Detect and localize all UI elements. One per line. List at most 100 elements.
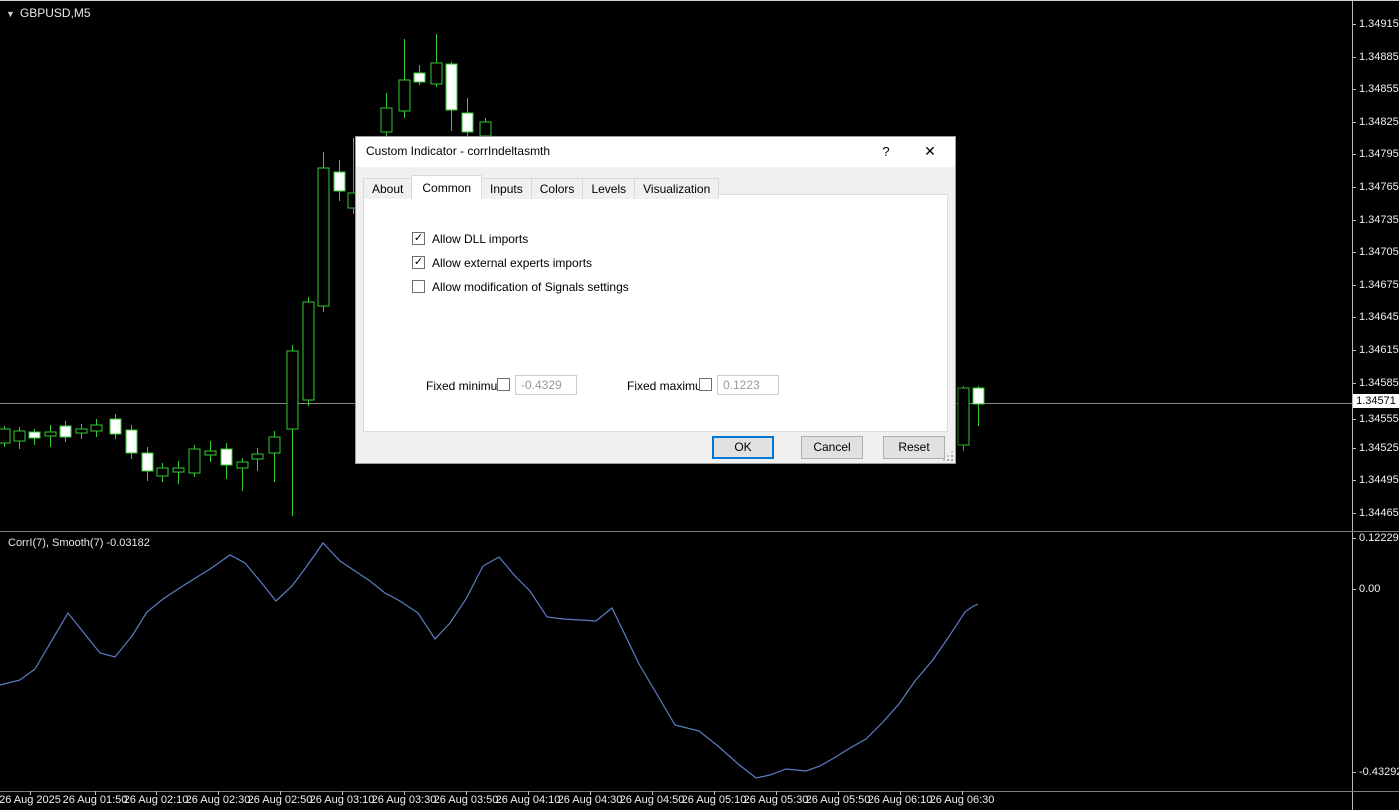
dialog-tabs: About Common Inputs Colors Levels Visualizati…	[363, 175, 720, 199]
candle-body	[90, 424, 103, 432]
candle-body	[13, 430, 26, 442]
candle-body	[188, 448, 201, 474]
candle-body	[125, 429, 138, 454]
fixed-minimum-input[interactable]: -0.4329	[515, 375, 577, 395]
checkbox-row: ✓ Allow DLL imports	[412, 232, 528, 247]
price-axis-label: 1.34885	[1359, 51, 1399, 63]
indicator-canvas[interactable]	[0, 532, 1352, 790]
candle-body	[461, 112, 474, 133]
price-tick	[1352, 57, 1356, 58]
resize-grip-icon[interactable]	[943, 451, 953, 461]
price-axis-label: 1.34825	[1359, 116, 1399, 128]
common-tab-page: ✓ Allow DLL imports ✓ Allow external expert…	[363, 194, 948, 432]
price-tick	[1352, 513, 1356, 514]
fixed-maximum-input[interactable]: 0.1223	[717, 375, 779, 395]
checkbox-label: Allow external experts imports	[432, 256, 593, 270]
indicator-axis-label: 0.00	[1359, 583, 1381, 595]
candle-body	[317, 167, 330, 307]
price-axis-label: 1.34525	[1359, 442, 1399, 454]
checkbox-unchecked[interactable]	[412, 280, 425, 293]
price-tick	[1352, 448, 1356, 449]
price-tick	[1352, 480, 1356, 481]
price-axis-label: 1.34555	[1359, 413, 1399, 425]
checkbox-checked[interactable]: ✓	[412, 232, 425, 245]
price-axis-label: 1.34675	[1359, 279, 1399, 291]
time-axis-label: 26 Aug 04:30	[557, 794, 623, 806]
candle-body	[445, 63, 458, 111]
price-axis-label: 1.34495	[1359, 474, 1399, 486]
price-axis-label: 1.34465	[1359, 507, 1399, 519]
time-axis-label: 26 Aug 2025	[0, 794, 61, 806]
close-icon[interactable]: ✕	[913, 137, 947, 166]
candle-body	[286, 350, 299, 430]
checkbox-checked[interactable]: ✓	[412, 256, 425, 269]
price-axis-label: 1.34615	[1359, 344, 1399, 356]
help-icon[interactable]: ?	[869, 137, 903, 166]
subwindow-separator[interactable]	[0, 531, 1399, 532]
candle-body	[972, 387, 985, 405]
fixed-minimum-checkbox[interactable]	[497, 378, 510, 391]
current-price-badge: 1.34571	[1353, 394, 1399, 408]
price-tick	[1352, 220, 1356, 221]
time-axis-label: 26 Aug 04:50	[619, 794, 685, 806]
time-axis-label: 26 Aug 05:10	[681, 794, 747, 806]
price-axis-label: 1.34855	[1359, 83, 1399, 95]
chevron-down-icon[interactable]: ▼	[6, 9, 15, 19]
cancel-button[interactable]: Cancel	[801, 436, 863, 459]
time-axis-label: 26 Aug 05:30	[743, 794, 809, 806]
indicator-axis-label: 0.12229	[1359, 532, 1399, 544]
time-axis-label: 26 Aug 02:30	[185, 794, 251, 806]
tab-about[interactable]: About	[363, 178, 413, 199]
candle-body	[333, 171, 346, 192]
tab-colors[interactable]: Colors	[530, 178, 584, 199]
candle-body	[251, 453, 264, 460]
checkbox-label: Allow modification of Signals settings	[432, 280, 629, 294]
custom-indicator-dialog: Custom Indicator - corrIndeltasmth ? ✕ A…	[355, 136, 956, 464]
tab-inputs[interactable]: Inputs	[481, 178, 532, 199]
price-axis-label: 1.34795	[1359, 148, 1399, 160]
fixed-minimum-label: Fixed minimum	[426, 379, 508, 393]
candle-body	[236, 461, 249, 469]
checkbox-label: Allow DLL imports	[432, 232, 529, 246]
ok-button[interactable]: OK	[712, 436, 774, 459]
time-axis-label: 26 Aug 06:10	[867, 794, 933, 806]
candle-body	[957, 387, 970, 446]
indicator-axis-label: -0.43292	[1359, 766, 1399, 778]
candle-body	[204, 450, 217, 456]
mt4-chart-window: ▼ GBPUSD,M5 CorrI(7), Smooth(7) -0.03182 …	[0, 0, 1399, 810]
price-tick	[1352, 252, 1356, 253]
symbol-period-label[interactable]: ▼ GBPUSD,M5	[6, 6, 91, 20]
price-axis-label: 1.34705	[1359, 246, 1399, 258]
dialog-titlebar[interactable]: Custom Indicator - corrIndeltasmth ? ✕	[356, 137, 955, 167]
price-axis-label: 1.34585	[1359, 377, 1399, 389]
tab-common[interactable]: Common	[411, 175, 483, 199]
reset-button[interactable]: Reset	[883, 436, 945, 459]
candle-body	[302, 301, 315, 401]
indicator-tick	[1352, 538, 1356, 539]
price-axis-label: 1.34915	[1359, 18, 1399, 30]
time-axis-label: 26 Aug 04:10	[495, 794, 561, 806]
candle-body	[268, 436, 281, 454]
indicator-line	[0, 542, 979, 779]
tab-levels[interactable]: Levels	[582, 178, 636, 199]
price-tick	[1352, 419, 1356, 420]
fixed-maximum-checkbox[interactable]	[699, 378, 712, 391]
price-tick	[1352, 350, 1356, 351]
price-axis-label: 1.34645	[1359, 311, 1399, 323]
time-axis-label: 26 Aug 02:10	[123, 794, 189, 806]
tab-visualization[interactable]: Visualization	[634, 178, 720, 199]
candle-body	[109, 418, 122, 435]
price-tick	[1352, 89, 1356, 90]
time-axis-label: 26 Aug 03:10	[309, 794, 375, 806]
price-axis-label: 1.34765	[1359, 181, 1399, 193]
candle-body	[398, 79, 411, 112]
dialog-title: Custom Indicator - corrIndeltasmth	[366, 144, 551, 158]
time-axis-label: 26 Aug 05:50	[805, 794, 871, 806]
candle-body	[430, 62, 443, 85]
time-axis-label: 26 Aug 03:30	[371, 794, 437, 806]
time-axis-label: 26 Aug 06:30	[929, 794, 995, 806]
candle-body	[156, 467, 169, 477]
candle-body	[59, 425, 72, 438]
time-axis-label: 26 Aug 03:50	[433, 794, 499, 806]
time-axis-separator	[0, 791, 1399, 792]
